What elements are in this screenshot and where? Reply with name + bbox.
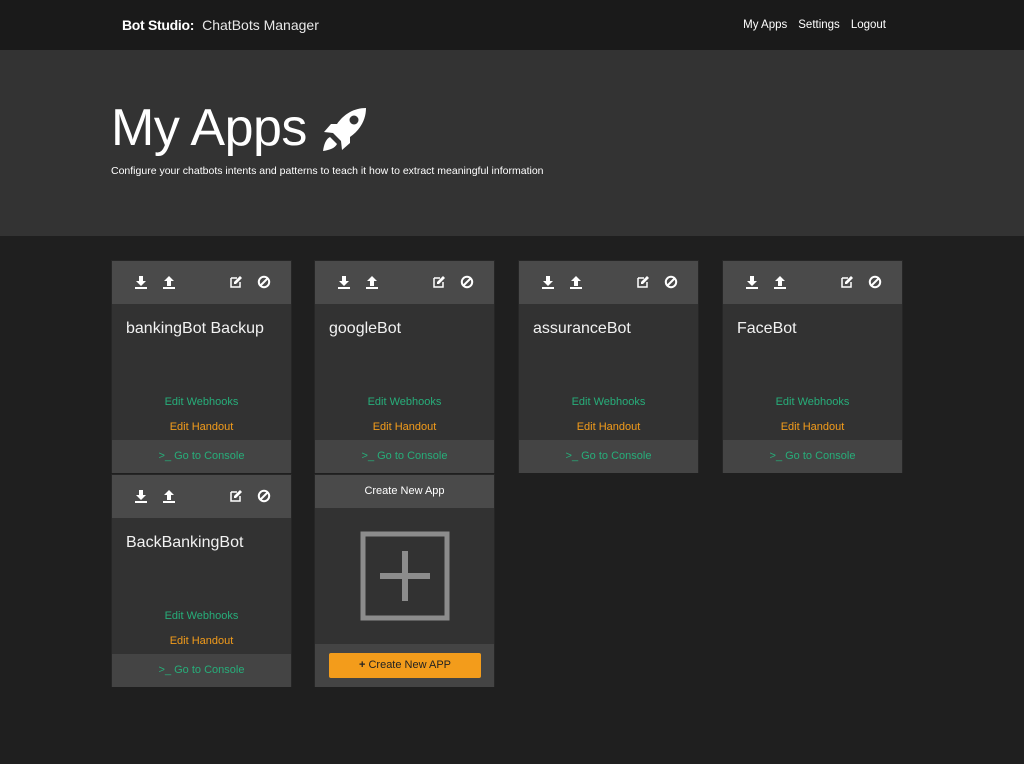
- page-title: My Apps: [111, 99, 307, 157]
- card-toolbar: [723, 261, 902, 304]
- go-to-console-button[interactable]: >_ Go to Console: [112, 654, 291, 687]
- edit-webhooks-link[interactable]: Edit Webhooks: [112, 609, 291, 623]
- upload-icon[interactable]: [162, 489, 176, 503]
- download-icon[interactable]: [134, 489, 148, 503]
- edit-webhooks-link[interactable]: Edit Webhooks: [519, 395, 698, 409]
- brand-subtitle: ChatBots Manager: [202, 17, 319, 33]
- ban-icon[interactable]: [257, 489, 271, 503]
- edit-webhooks-link[interactable]: Edit Webhooks: [315, 395, 494, 409]
- app-name: bankingBot Backup: [126, 320, 264, 337]
- create-app-footer: + Create New APP: [315, 644, 494, 687]
- app-card: BackBankingBot Edit Webhooks Edit Handou…: [111, 474, 292, 687]
- go-to-console-button[interactable]: >_ Go to Console: [315, 440, 494, 473]
- app-name: assuranceBot: [533, 320, 631, 337]
- app-name: googleBot: [329, 320, 402, 337]
- create-new-app-button[interactable]: + Create New APP: [329, 653, 481, 678]
- card-toolbar: [112, 261, 291, 304]
- ban-icon[interactable]: [257, 275, 271, 289]
- download-icon[interactable]: [745, 275, 759, 289]
- edit-handout-link[interactable]: Edit Handout: [112, 420, 291, 434]
- edit-handout-link[interactable]: Edit Handout: [519, 420, 698, 434]
- nav-links: My Apps Settings Logout: [743, 18, 886, 32]
- page-subtitle: Configure your chatbots intents and patt…: [111, 165, 544, 177]
- create-new-app-label: Create New APP: [368, 659, 452, 671]
- nav-logout[interactable]: Logout: [851, 18, 886, 32]
- edit-icon[interactable]: [636, 275, 650, 289]
- nav-my-apps[interactable]: My Apps: [743, 18, 787, 32]
- app-card: FaceBot Edit Webhooks Edit Handout >_ Go…: [722, 260, 903, 473]
- ban-icon[interactable]: [868, 275, 882, 289]
- app-name: BackBankingBot: [126, 534, 244, 551]
- edit-handout-link[interactable]: Edit Handout: [112, 634, 291, 648]
- top-navbar: Bot Studio: ChatBots Manager My Apps Sett…: [0, 0, 1024, 50]
- ban-icon[interactable]: [460, 275, 474, 289]
- go-to-console-button[interactable]: >_ Go to Console: [112, 440, 291, 473]
- create-app-card: Create New App + Create New APP: [314, 474, 495, 687]
- upload-icon[interactable]: [569, 275, 583, 289]
- ban-icon[interactable]: [664, 275, 678, 289]
- create-app-header: Create New App: [315, 475, 494, 508]
- plus-box-icon[interactable]: [360, 531, 450, 621]
- edit-handout-link[interactable]: Edit Handout: [315, 420, 494, 434]
- edit-icon[interactable]: [229, 275, 243, 289]
- edit-icon[interactable]: [229, 489, 243, 503]
- download-icon[interactable]: [134, 275, 148, 289]
- card-toolbar: [315, 261, 494, 304]
- edit-handout-link[interactable]: Edit Handout: [723, 420, 902, 434]
- app-name: FaceBot: [737, 320, 797, 337]
- upload-icon[interactable]: [162, 275, 176, 289]
- card-toolbar: [112, 475, 291, 518]
- card-toolbar: [519, 261, 698, 304]
- brand[interactable]: Bot Studio: ChatBots Manager: [122, 17, 319, 33]
- download-icon[interactable]: [337, 275, 351, 289]
- edit-icon[interactable]: [432, 275, 446, 289]
- nav-settings[interactable]: Settings: [798, 18, 840, 32]
- brand-name: Bot Studio:: [122, 17, 195, 33]
- hero-banner: My Apps Configure your chatbots intents …: [0, 50, 1024, 236]
- app-card: googleBot Edit Webhooks Edit Handout >_ …: [314, 260, 495, 473]
- rocket-icon: [323, 108, 366, 151]
- edit-icon[interactable]: [840, 275, 854, 289]
- download-icon[interactable]: [541, 275, 555, 289]
- app-card: assuranceBot Edit Webhooks Edit Handout …: [518, 260, 699, 473]
- upload-icon[interactable]: [365, 275, 379, 289]
- go-to-console-button[interactable]: >_ Go to Console: [519, 440, 698, 473]
- edit-webhooks-link[interactable]: Edit Webhooks: [723, 395, 902, 409]
- upload-icon[interactable]: [773, 275, 787, 289]
- edit-webhooks-link[interactable]: Edit Webhooks: [112, 395, 291, 409]
- app-card: bankingBot Backup Edit Webhooks Edit Han…: [111, 260, 292, 473]
- go-to-console-button[interactable]: >_ Go to Console: [723, 440, 902, 473]
